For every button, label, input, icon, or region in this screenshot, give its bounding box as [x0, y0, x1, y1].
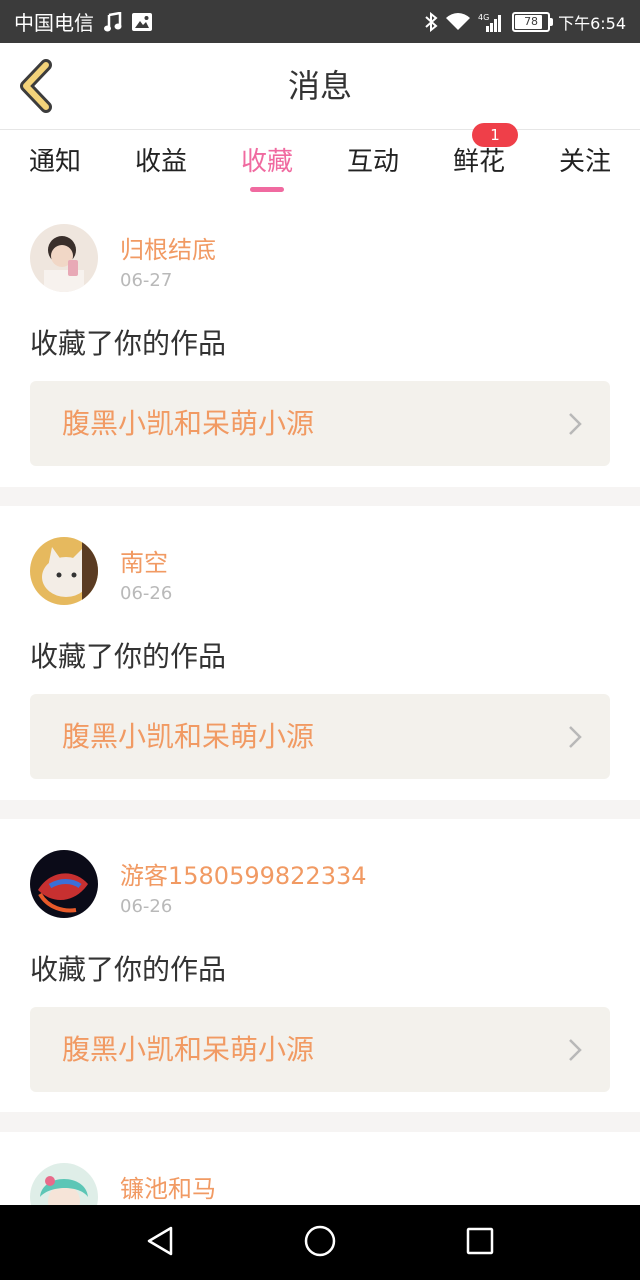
tab-earnings[interactable]: 收益	[116, 130, 206, 200]
user-name[interactable]: 游客15805998223​34	[120, 856, 367, 891]
battery-icon: 78	[512, 11, 554, 32]
avatar[interactable]	[30, 224, 98, 292]
favorites-feed[interactable]: 归根结底 06-27 收藏了你的作品 腹黑小凯和呆萌小源 南空 06-26 收藏…	[0, 200, 640, 1205]
active-tab-indicator	[250, 187, 284, 192]
work-link[interactable]: 腹黑小凯和呆萌小源	[30, 1007, 610, 1092]
tab-interactions[interactable]: 互动	[328, 130, 418, 200]
system-nav-bar	[0, 1205, 640, 1280]
network-label: 4G	[478, 13, 489, 22]
home-circle-icon	[303, 1224, 337, 1262]
user-name[interactable]: 南空	[120, 543, 168, 578]
status-bar: 中国电信 4G 78 下午6:54	[0, 0, 640, 43]
recents-square-icon	[465, 1226, 495, 1260]
tab-label: 关注	[558, 147, 611, 177]
tab-flowers[interactable]: 鲜花 1	[434, 123, 524, 200]
tab-bar: 通知 收益 收藏 互动 鲜花 1 关注	[0, 123, 640, 200]
status-right: 4G 78 下午6:54	[424, 0, 626, 43]
tab-label: 通知	[28, 147, 81, 177]
action-text: 收藏了你的作品	[30, 953, 227, 986]
notification-badge: 1	[472, 123, 518, 147]
work-title: 腹黑小凯和呆萌小源	[62, 407, 315, 440]
work-link[interactable]: 腹黑小凯和呆萌小源	[30, 694, 610, 779]
back-triangle-icon	[145, 1225, 175, 1261]
work-title: 腹黑小凯和呆萌小源	[62, 1033, 315, 1066]
status-left: 中国电信	[14, 0, 152, 43]
list-item: 镰池和马	[0, 1132, 640, 1205]
tab-favorites[interactable]: 收藏	[222, 130, 312, 200]
music-icon	[104, 11, 122, 32]
list-item: 南空 06-26 收藏了你的作品 腹黑小凯和呆萌小源	[0, 506, 640, 800]
chevron-right-icon	[566, 1037, 584, 1063]
avatar[interactable]	[30, 1163, 98, 1205]
list-item: 游客15805998223​34 06-26 收藏了你的作品 腹黑小凯和呆萌小源	[0, 819, 640, 1112]
action-text: 收藏了你的作品	[30, 640, 227, 673]
timestamp: 06-26	[120, 896, 173, 917]
list-item: 归根结底 06-27 收藏了你的作品 腹黑小凯和呆萌小源	[0, 200, 640, 487]
timestamp: 06-26	[120, 583, 173, 604]
wifi-icon	[446, 12, 471, 31]
nav-home-button[interactable]	[280, 1205, 360, 1280]
work-link[interactable]: 腹黑小凯和呆萌小源	[30, 381, 610, 466]
image-icon	[132, 12, 152, 31]
nav-back-button[interactable]	[120, 1205, 200, 1280]
header: 消息	[0, 43, 640, 130]
signal-icon: 4G	[478, 12, 504, 32]
avatar[interactable]	[30, 850, 98, 918]
user-name[interactable]: 镰池和马	[120, 1169, 216, 1204]
action-text: 收藏了你的作品	[30, 327, 227, 360]
timestamp: 06-27	[120, 270, 173, 291]
page-title: 消息	[287, 67, 352, 105]
battery-level: 78	[524, 15, 539, 28]
chevron-right-icon	[566, 724, 584, 750]
chevron-right-icon	[566, 411, 584, 437]
tab-label: 鲜花	[452, 147, 505, 177]
avatar[interactable]	[30, 537, 98, 605]
work-title: 腹黑小凯和呆萌小源	[62, 720, 315, 753]
tab-following[interactable]: 关注	[540, 130, 630, 200]
user-name[interactable]: 归根结底	[120, 230, 216, 265]
clock: 下午6:54	[558, 13, 626, 33]
bluetooth-icon	[424, 11, 438, 32]
nav-recents-button[interactable]	[440, 1205, 520, 1280]
tab-label: 收藏	[240, 147, 293, 177]
tab-label: 互动	[346, 147, 399, 177]
tab-label: 收益	[134, 147, 187, 177]
tab-notifications[interactable]: 通知	[10, 130, 100, 200]
carrier-label: 中国电信	[14, 11, 94, 35]
